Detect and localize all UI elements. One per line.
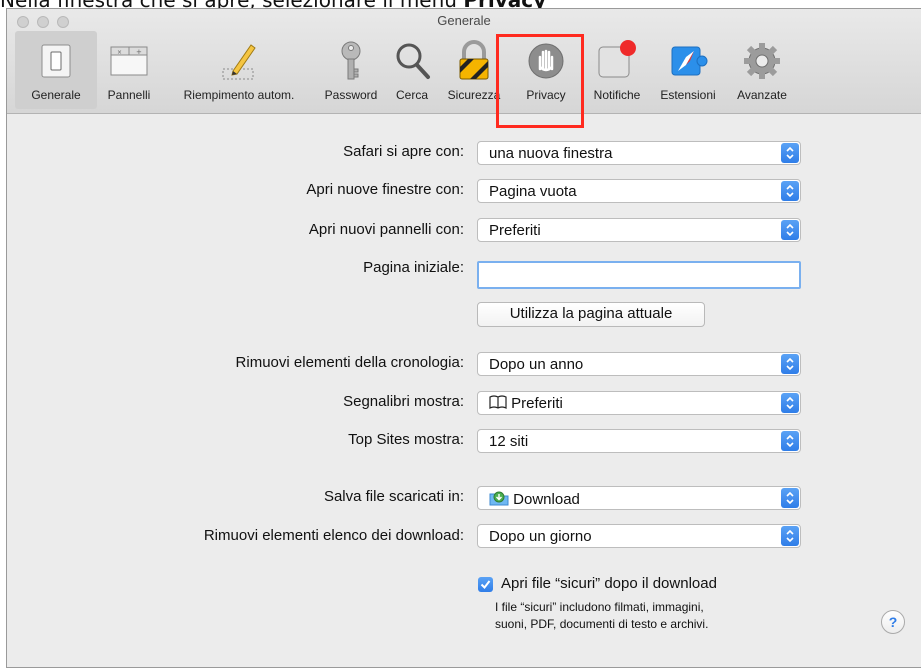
pencil-icon — [222, 44, 256, 80]
safari-opens-label: Safari si apre con: — [343, 143, 464, 160]
new-windows-popup[interactable]: Pagina vuota — [477, 179, 801, 203]
notification-badge-icon — [598, 40, 636, 78]
chevron-updown-icon — [781, 143, 799, 163]
popup-value: 12 siti — [489, 433, 529, 450]
checkmark-icon — [480, 580, 491, 590]
tab-sicurezza[interactable]: Sicurezza — [443, 31, 505, 109]
tab-cerca[interactable]: Cerca — [389, 31, 435, 109]
homepage-input[interactable] — [477, 261, 801, 289]
tab-generale[interactable]: Generale — [15, 31, 97, 109]
topsites-popup[interactable]: 12 siti — [477, 429, 801, 453]
popup-value: Dopo un anno — [489, 356, 584, 373]
popup-value: Download — [489, 490, 580, 508]
remove-history-label: Rimuovi elementi della cronologia: — [235, 354, 464, 371]
new-tabs-popup[interactable]: Preferiti — [477, 218, 801, 242]
bookmarks-popup[interactable]: Preferiti — [477, 391, 801, 415]
tab-pannelli[interactable]: × + Pannelli — [101, 31, 157, 109]
homepage-label: Pagina iniziale: — [363, 259, 464, 276]
safe-files-label[interactable]: Apri file “sicuri” dopo il download — [501, 575, 717, 592]
remove-history-popup[interactable]: Dopo un anno — [477, 352, 801, 376]
window-title: Generale — [437, 13, 491, 28]
book-icon — [489, 395, 507, 409]
save-downloads-popup[interactable]: Download — [477, 486, 801, 510]
help-button[interactable]: ? — [881, 610, 905, 634]
note-line: suoni, PDF, documenti di testo e archivi… — [495, 617, 709, 631]
chevron-updown-icon — [781, 488, 799, 508]
svg-text:+: + — [136, 48, 142, 56]
save-downloads-label: Salva file scaricati in: — [323, 488, 464, 505]
gear-icon — [744, 43, 780, 79]
chevron-updown-icon — [781, 431, 799, 451]
save-downloads-value: Download — [513, 491, 580, 508]
new-windows-label: Apri nuove finestre con: — [306, 181, 464, 198]
titlebar: Generale Generale × + Pannelli Riempimen… — [7, 9, 921, 114]
note-line: I file “sicuri” includono filmati, immag… — [495, 600, 704, 614]
switch-icon — [41, 44, 71, 78]
tab-label: Riempimento autom. — [183, 88, 295, 102]
chevron-updown-icon — [781, 354, 799, 374]
chevron-updown-icon — [781, 393, 799, 413]
new-tabs-label: Apri nuovi pannelli con: — [308, 221, 464, 238]
tab-label: Pannelli — [107, 88, 151, 102]
hand-icon — [528, 43, 564, 79]
tab-riempimento-autom[interactable]: Riempimento autom. — [171, 31, 307, 109]
tab-password[interactable]: Password — [321, 31, 381, 109]
popup-value: Preferiti — [489, 222, 541, 239]
chevron-updown-icon — [781, 181, 799, 201]
tab-estensioni[interactable]: Estensioni — [653, 31, 723, 109]
preferences-window: Generale Generale × + Pannelli Riempimen… — [6, 8, 921, 668]
safe-files-note: I file “sicuri” includono filmati, immag… — [495, 599, 708, 633]
safari-opens-popup[interactable]: una nuova finestra — [477, 141, 801, 165]
puzzle-compass-icon — [671, 46, 708, 76]
popup-value: Dopo un giorno — [489, 528, 592, 545]
popup-value: Preferiti — [489, 395, 563, 412]
popup-value: Pagina vuota — [489, 183, 577, 200]
key-icon — [341, 41, 361, 80]
tab-avanzate[interactable]: Avanzate — [729, 31, 795, 109]
tabs-icon: × + — [110, 46, 148, 76]
tab-notifiche[interactable]: Notifiche — [587, 31, 647, 109]
magnifier-icon — [396, 43, 430, 79]
topsites-label: Top Sites mostra: — [348, 431, 464, 448]
tab-label: Avanzate — [737, 88, 787, 102]
safe-files-checkbox[interactable] — [478, 577, 493, 592]
tab-label: Sicurezza — [447, 88, 501, 102]
use-current-page-button[interactable]: Utilizza la pagina attuale — [477, 302, 705, 327]
padlock-icon — [459, 40, 489, 80]
chevron-updown-icon — [781, 220, 799, 240]
bookmarks-label: Segnalibri mostra: — [343, 393, 464, 410]
tab-label: Privacy — [526, 88, 566, 102]
download-folder-icon — [489, 491, 509, 506]
svg-text:×: × — [117, 49, 122, 56]
remove-downloads-popup[interactable]: Dopo un giorno — [477, 524, 801, 548]
popup-value: una nuova finestra — [489, 145, 613, 162]
tab-privacy[interactable]: Privacy — [515, 31, 577, 109]
remove-downloads-label: Rimuovi elementi elenco dei download: — [203, 527, 464, 544]
bookmarks-value: Preferiti — [511, 395, 563, 412]
chevron-updown-icon — [781, 526, 799, 546]
